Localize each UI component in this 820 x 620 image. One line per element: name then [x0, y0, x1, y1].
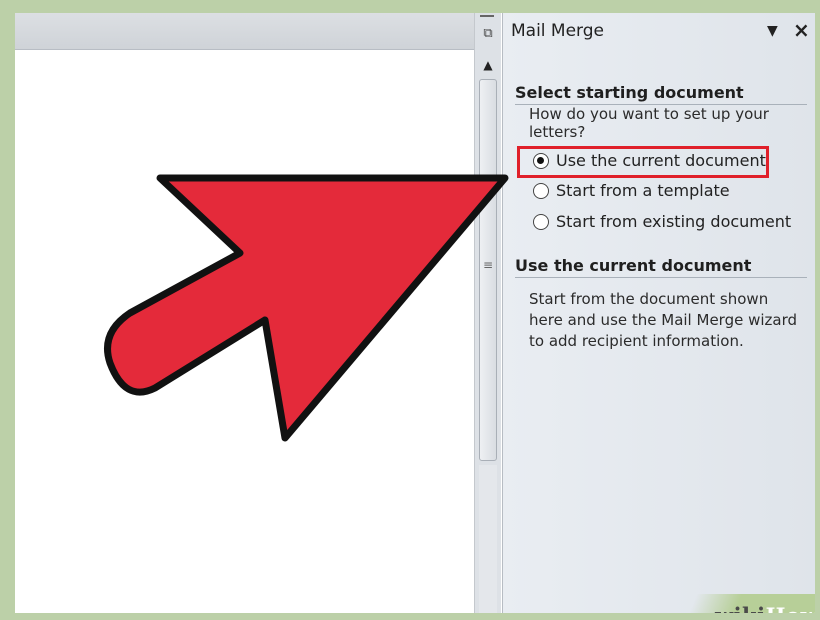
wikihow-watermark: wikiHow: [715, 603, 815, 613]
screenshot-frame: ⧉ ▲ ≡ Mail Merge ▼ × Select starting doc…: [0, 0, 820, 620]
word-window: ⧉ ▲ ≡ Mail Merge ▼ × Select starting doc…: [15, 13, 815, 613]
watermark-part-2: How: [766, 603, 815, 613]
watermark-part-1: wiki: [715, 603, 766, 613]
red-arrow-icon: [104, 174, 509, 442]
